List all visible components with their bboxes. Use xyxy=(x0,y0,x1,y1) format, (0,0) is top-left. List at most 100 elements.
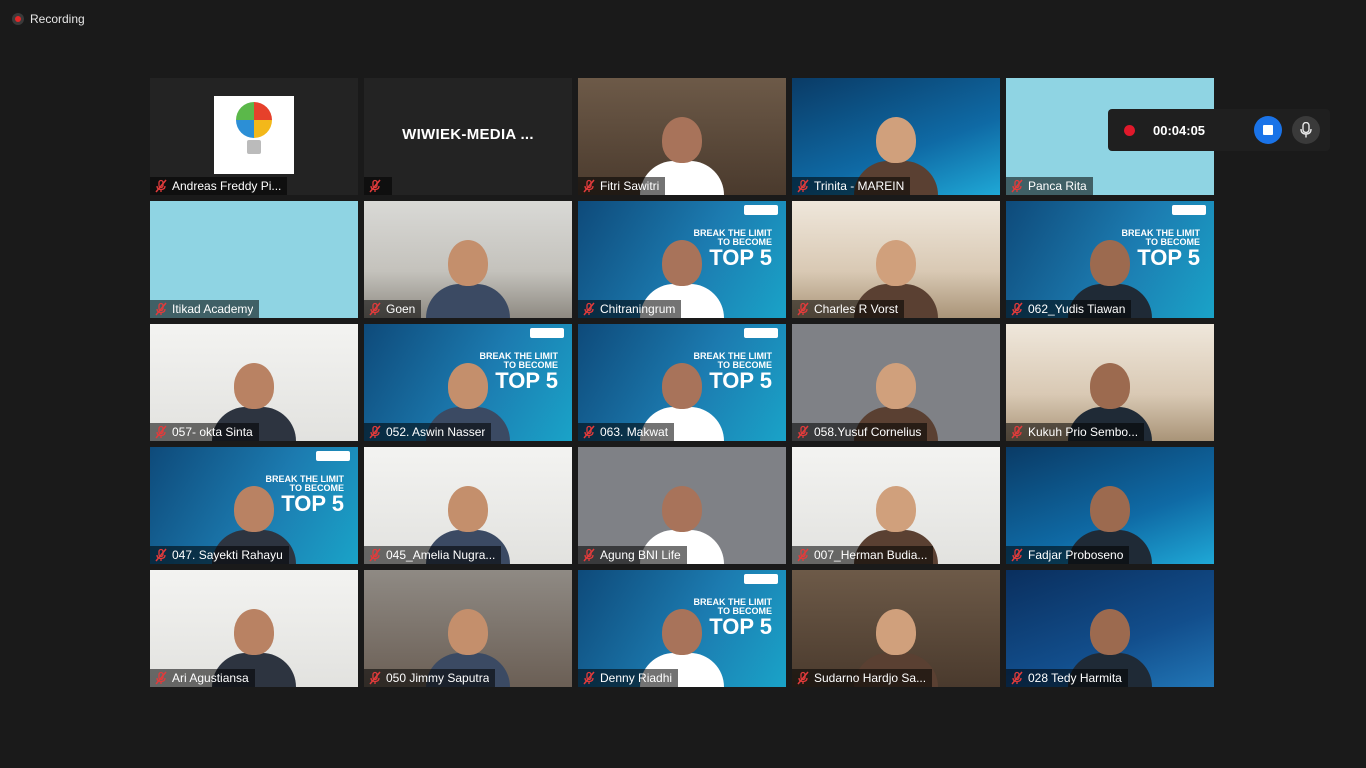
participant-tile[interactable]: Ari Agustiansa xyxy=(150,570,358,687)
participant-nametag: Denny Riadhi xyxy=(578,669,679,687)
participant-name: Fitri Sawitri xyxy=(600,179,660,193)
participant-nametag: Kukuh Prio Sembo... xyxy=(1006,423,1145,441)
participant-name: 058.Yusuf Cornelius xyxy=(814,425,922,439)
participant-nametag: 062_Yudis Tiawan xyxy=(1006,300,1132,318)
mic-muted-icon xyxy=(369,671,381,685)
bni-banner-text: BREAK THE LIMIT TO BECOME TOP 5 xyxy=(1122,229,1201,269)
participant-nametag: Ari Agustiansa xyxy=(150,669,255,687)
bni-life-logo xyxy=(744,328,778,338)
participant-name: Sudarno Hardjo Sa... xyxy=(814,671,927,685)
mic-muted-icon xyxy=(1011,671,1023,685)
mic-muted-icon xyxy=(1011,548,1023,562)
participant-nametag xyxy=(364,177,392,195)
participant-name: 062_Yudis Tiawan xyxy=(1028,302,1126,316)
mic-muted-icon xyxy=(155,425,167,439)
mic-muted-icon xyxy=(797,548,809,562)
mic-muted-icon xyxy=(797,179,809,193)
participant-tile[interactable]: Kukuh Prio Sembo... xyxy=(1006,324,1214,441)
mic-muted-icon xyxy=(369,425,381,439)
participant-name: Andreas Freddy Pi... xyxy=(172,179,282,193)
participant-tile[interactable]: 050 Jimmy Saputra xyxy=(364,570,572,687)
bni-banner-text: BREAK THE LIMIT TO BECOME TOP 5 xyxy=(694,598,773,638)
participant-tile[interactable]: BREAK THE LIMIT TO BECOME TOP 5 062_Yudis T… xyxy=(1006,201,1214,318)
participant-tile[interactable]: BREAK THE LIMIT TO BECOME TOP 5 Chitraningr… xyxy=(578,201,786,318)
mic-muted-icon xyxy=(1011,302,1023,316)
participant-nametag: Andreas Freddy Pi... xyxy=(150,177,288,195)
participant-nametag: 047. Sayekti Rahayu xyxy=(150,546,289,564)
microphone-button[interactable] xyxy=(1292,116,1320,144)
participant-name: 052. Aswin Nasser xyxy=(386,425,486,439)
mic-muted-icon xyxy=(583,302,595,316)
participant-nametag: Charles R Vorst xyxy=(792,300,905,318)
participant-tile[interactable]: Andreas Freddy Pi... xyxy=(150,78,358,195)
participant-nametag: Trinita - MAREIN xyxy=(792,177,911,195)
mic-muted-icon xyxy=(369,302,381,316)
participant-nametag: Fitri Sawitri xyxy=(578,177,666,195)
participant-name: Charles R Vorst xyxy=(814,302,899,316)
participant-tile[interactable]: Charles R Vorst xyxy=(792,201,1000,318)
bni-banner-line3: TOP 5 xyxy=(709,368,772,393)
mic-muted-icon xyxy=(583,548,595,562)
participant-name: 028 Tedy Harmita xyxy=(1028,671,1122,685)
participant-figure xyxy=(426,240,510,318)
participant-grid: Andreas Freddy Pi... WIWIEK-MEDIA ... Fitr… xyxy=(150,78,1214,687)
bni-banner-line3: TOP 5 xyxy=(1137,245,1200,270)
mic-muted-icon xyxy=(797,302,809,316)
participant-name: Goen xyxy=(386,302,416,316)
participant-name: 045_Amelia Nugra... xyxy=(386,548,496,562)
participant-nametag: 050 Jimmy Saputra xyxy=(364,669,496,687)
participant-tile[interactable]: WIWIEK-MEDIA ... xyxy=(364,78,572,195)
participant-tile[interactable]: 045_Amelia Nugra... xyxy=(364,447,572,564)
participant-nametag: 063. Makwat xyxy=(578,423,675,441)
participant-tile[interactable]: BREAK THE LIMIT TO BECOME TOP 5 052. Aswin … xyxy=(364,324,572,441)
recording-label: Recording xyxy=(30,12,85,26)
participant-name: Panca Rita xyxy=(1028,179,1087,193)
participant-tile[interactable]: 028 Tedy Harmita xyxy=(1006,570,1214,687)
participant-tile[interactable]: Agung BNI Life xyxy=(578,447,786,564)
participant-tile[interactable]: 007_Herman Budia... xyxy=(792,447,1000,564)
mic-muted-icon xyxy=(155,671,167,685)
participant-name: Agung BNI Life xyxy=(600,548,681,562)
participant-tile[interactable]: Sudarno Hardjo Sa... xyxy=(792,570,1000,687)
bni-banner-text: BREAK THE LIMIT TO BECOME TOP 5 xyxy=(694,229,773,269)
mic-muted-icon xyxy=(1011,425,1023,439)
mic-muted-icon xyxy=(797,671,809,685)
participant-tile[interactable]: Fitri Sawitri xyxy=(578,78,786,195)
participant-nametag: 057- okta Sinta xyxy=(150,423,259,441)
bni-banner-text: BREAK THE LIMIT TO BECOME TOP 5 xyxy=(266,475,345,515)
participant-center-name: WIWIEK-MEDIA ... xyxy=(402,126,534,143)
participant-nametag: Agung BNI Life xyxy=(578,546,687,564)
participant-nametag: Chitraningrum xyxy=(578,300,682,318)
participant-tile[interactable]: BREAK THE LIMIT TO BECOME TOP 5 047. Sayekt… xyxy=(150,447,358,564)
participant-name: Chitraningrum xyxy=(600,302,676,316)
participant-tile[interactable]: BREAK THE LIMIT TO BECOME TOP 5 Denny Riadh… xyxy=(578,570,786,687)
participant-nametag: 052. Aswin Nasser xyxy=(364,423,492,441)
participant-name: 007_Herman Budia... xyxy=(814,548,928,562)
participant-name: Trinita - MAREIN xyxy=(814,179,905,193)
participant-tile[interactable]: 057- okta Sinta xyxy=(150,324,358,441)
itikad-academy-logo xyxy=(214,96,294,174)
stop-recording-button[interactable] xyxy=(1254,116,1282,144)
participant-tile[interactable]: Goen xyxy=(364,201,572,318)
participant-nametag: 028 Tedy Harmita xyxy=(1006,669,1128,687)
bni-banner-line3: TOP 5 xyxy=(495,368,558,393)
mic-muted-icon xyxy=(797,425,809,439)
recording-control-panel: 00:04:05 xyxy=(1108,109,1330,151)
mic-muted-icon xyxy=(1011,179,1023,193)
participant-tile[interactable]: Trinita - MAREIN xyxy=(792,78,1000,195)
bni-life-logo xyxy=(316,451,350,461)
participant-nametag: Goen xyxy=(364,300,422,318)
recording-timer: 00:04:05 xyxy=(1153,122,1206,138)
participant-nametag: Fadjar Proboseno xyxy=(1006,546,1130,564)
participant-name: Denny Riadhi xyxy=(600,671,673,685)
participant-tile[interactable]: BREAK THE LIMIT TO BECOME TOP 5 063. Makwat xyxy=(578,324,786,441)
mic-muted-icon xyxy=(155,179,167,193)
participant-tile[interactable]: Fadjar Proboseno xyxy=(1006,447,1214,564)
mic-muted-icon xyxy=(369,548,381,562)
participant-tile[interactable]: Itikad Academy xyxy=(150,201,358,318)
bni-life-logo xyxy=(744,205,778,215)
bni-banner-line3: TOP 5 xyxy=(709,245,772,270)
participant-nametag: 045_Amelia Nugra... xyxy=(364,546,502,564)
participant-tile[interactable]: 058.Yusuf Cornelius xyxy=(792,324,1000,441)
participant-name: Fadjar Proboseno xyxy=(1028,548,1124,562)
